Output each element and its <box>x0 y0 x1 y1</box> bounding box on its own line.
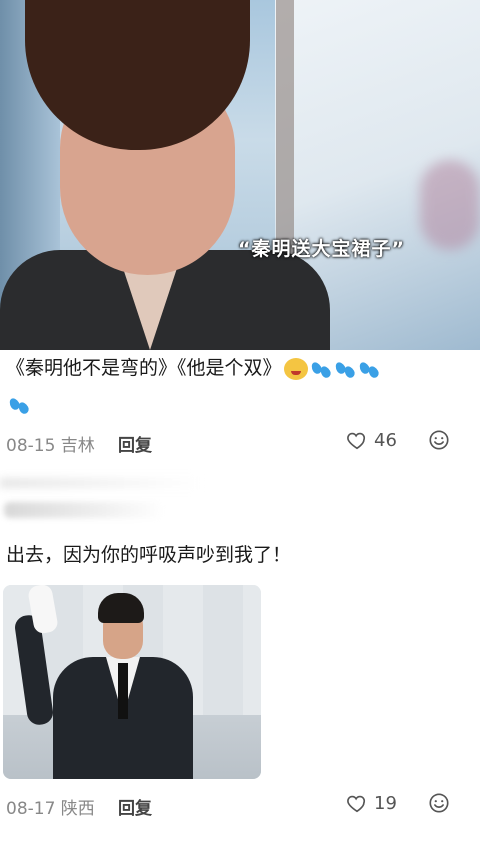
reply-button[interactable]: 回复 <box>118 794 152 819</box>
comment-image-2[interactable] <box>3 585 261 779</box>
comment-meta-1: 08-15 吉林 回复 46 <box>6 427 474 457</box>
sweat-drops-icon <box>309 358 332 380</box>
blurred-username <box>0 478 480 538</box>
like-count: 46 <box>374 429 397 451</box>
comment-date-location: 08-15 吉林 <box>6 436 95 456</box>
reply-button[interactable]: 回复 <box>118 431 152 456</box>
video-subtitle: “秦明送大宝裙子” <box>238 238 405 260</box>
emoji-icon[interactable] <box>428 792 450 814</box>
person-tie <box>118 663 128 719</box>
sweat-drops-icon <box>357 358 380 380</box>
sweat-drops-icon <box>333 358 356 380</box>
comment-text-1: 《秦明他不是弯的》《他是个双》 <box>6 350 466 422</box>
laughing-face-icon <box>283 357 308 380</box>
heart-outline-icon <box>347 432 366 450</box>
comment-image-1[interactable]: “秦明送大宝裙子” <box>0 0 480 350</box>
comment-text-2: 出去，因为你的呼吸声吵到我了！ <box>6 544 292 566</box>
sweat-drops-icon <box>7 394 31 416</box>
like-button[interactable]: 19 <box>346 792 397 814</box>
comment-body: 《秦明他不是弯的》《他是个双》 <box>6 357 282 379</box>
image-background-blur <box>420 160 480 250</box>
comment-date-location: 08-17 陕西 <box>6 799 95 819</box>
like-count: 19 <box>374 792 397 814</box>
like-button[interactable]: 46 <box>346 429 397 451</box>
emoji-icon[interactable] <box>428 429 450 451</box>
person-hair <box>98 593 144 623</box>
heart-outline-icon <box>347 795 366 813</box>
comment-meta-2: 08-17 陕西 回复 19 <box>6 790 474 820</box>
